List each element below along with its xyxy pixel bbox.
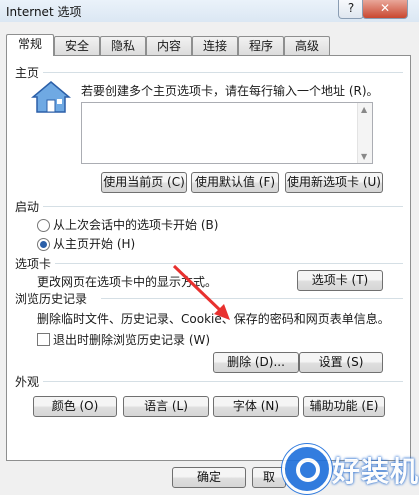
title-bar: Internet 选项 ? ✕ [0, 0, 419, 23]
radio-last-session[interactable] [37, 219, 50, 232]
home-icon [31, 81, 71, 113]
dialog-body: 常规 安全 隐私 内容 连接 程序 高级 主页 若要创建多个主页选项卡，请在每行… [0, 22, 419, 495]
history-settings-button[interactable]: 设置 (S) [299, 352, 383, 373]
general-panel: 主页 若要创建多个主页选项卡，请在每行输入一个地址 (R)。 ▲ ▼ 使用当前页… [6, 55, 411, 461]
watermark-text: 好装机 [332, 455, 419, 488]
scroll-down-icon[interactable]: ▼ [361, 152, 367, 161]
ok-button[interactable]: 确定 [172, 467, 246, 488]
textarea-scrollbar[interactable]: ▲ ▼ [357, 103, 372, 163]
home-group-label: 主页 [15, 66, 40, 80]
home-page-textarea[interactable]: ▲ ▼ [81, 102, 373, 164]
radio-homepage[interactable] [37, 238, 50, 251]
tab-programs[interactable]: 程序 [238, 36, 284, 55]
colors-button[interactable]: 颜色 (O) [33, 396, 117, 417]
watermark-icon [282, 444, 332, 494]
tab-privacy[interactable]: 隐私 [100, 36, 146, 55]
delete-history-button[interactable]: 删除 (D)... [213, 352, 299, 373]
delete-on-exit-checkbox[interactable] [37, 333, 50, 346]
home-divider [43, 72, 403, 73]
startup-divider [43, 206, 403, 207]
close-button[interactable]: ✕ [362, 0, 408, 19]
tab-content[interactable]: 内容 [146, 36, 192, 55]
use-default-button[interactable]: 使用默认值 (F) [191, 172, 279, 193]
tab-general[interactable]: 常规 [6, 34, 54, 56]
appearance-divider [43, 381, 403, 382]
watermark-logo: 好装机 [282, 440, 419, 495]
use-current-button[interactable]: 使用当前页 (C) [101, 172, 187, 193]
use-new-tab-button[interactable]: 使用新选项卡 (U) [285, 172, 383, 193]
tabs-group-label: 选项卡 [15, 257, 52, 271]
home-description: 若要创建多个主页选项卡，请在每行输入一个地址 (R)。 [81, 84, 379, 98]
appearance-group-label: 外观 [15, 375, 40, 389]
cancel-button[interactable]: 取 [252, 467, 286, 488]
scroll-up-icon[interactable]: ▲ [361, 105, 367, 114]
tabs-settings-button[interactable]: 选项卡 (T) [297, 270, 383, 291]
tab-security[interactable]: 安全 [54, 36, 100, 55]
window-title: Internet 选项 [6, 5, 82, 19]
fonts-button[interactable]: 字体 (N) [213, 396, 299, 417]
help-button[interactable]: ? [338, 0, 364, 19]
history-group-label: 浏览历史记录 [15, 292, 88, 306]
history-divider [101, 298, 403, 299]
accessibility-button[interactable]: 辅助功能 (E) [303, 396, 385, 417]
radio-last-session-label: 从上次会话中的选项卡开始 (B) [53, 218, 219, 232]
tab-advanced[interactable]: 高级 [284, 36, 330, 55]
red-arrow-annotation [172, 264, 230, 320]
startup-group-label: 启动 [15, 200, 40, 214]
delete-on-exit-label: 退出时删除浏览历史记录 (W) [53, 333, 211, 347]
radio-homepage-label: 从主页开始 (H) [53, 237, 136, 251]
languages-button[interactable]: 语言 (L) [123, 396, 209, 417]
tab-connections[interactable]: 连接 [192, 36, 238, 55]
